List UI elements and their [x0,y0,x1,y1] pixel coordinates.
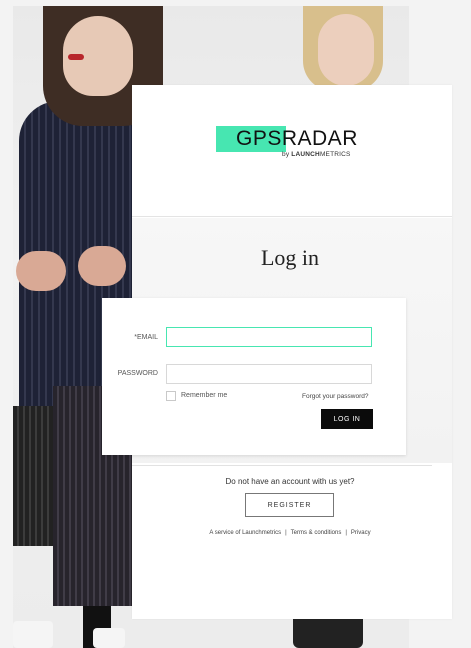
remember-me-checkbox[interactable] [166,391,176,401]
forgot-password-link[interactable]: Forgot your password? [302,393,368,400]
model-shoe [13,621,53,648]
footer-separator: | [285,530,287,536]
model-lips [68,54,84,60]
model-shoe [93,628,125,648]
model-face-right [318,14,374,86]
brand-sub-logo: by LAUNCHMETRICS [282,151,351,158]
footer-links: A service of Launchmetrics | Terms & condi… [132,530,448,536]
password-label: PASSWORD [117,370,158,377]
brand-logo: GPSRADAR [236,127,358,150]
model-hand [78,246,126,286]
model-hand [16,251,66,291]
remember-me-label[interactable]: Remember me [181,392,227,399]
privacy-link[interactable]: Privacy [351,530,371,536]
service-link[interactable]: A service of Launchmetrics [209,530,281,536]
page-title: Log in [260,245,320,270]
footer-separator: | [345,530,347,536]
email-label: *EMAIL [134,334,158,341]
login-form: *EMAIL PASSWORD Remember me Forgot your … [102,298,406,455]
model-skirt [13,406,53,546]
brand-sub-rest: METRICS [319,151,351,158]
register-button[interactable]: REGISTER [245,493,334,517]
logo-area: GPSRADAR by LAUNCHMETRICS [132,85,452,217]
password-field[interactable] [166,364,372,384]
divider [132,465,432,466]
brand-sub-prefix: by [282,151,292,158]
register-prompt: Do not have an account with us yet? [225,477,355,486]
brand-sub-bold: LAUNCH [291,151,320,158]
email-field[interactable] [166,327,372,347]
login-button[interactable]: LOG IN [321,409,373,429]
terms-link[interactable]: Terms & conditions [291,530,342,536]
